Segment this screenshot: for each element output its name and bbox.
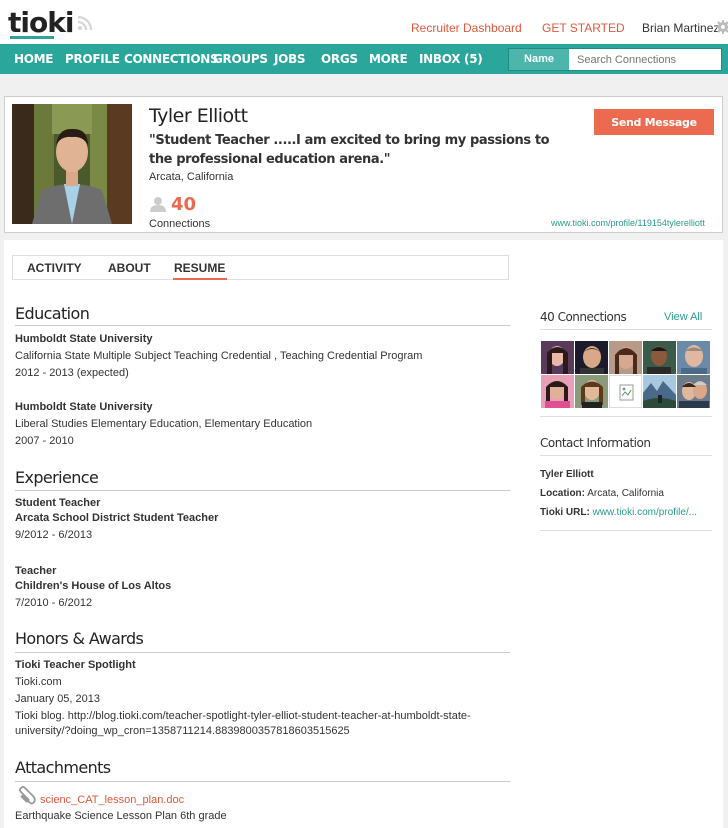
education-dates: 2012 - 2013 (expected): [15, 367, 129, 379]
connection-search: Name: [508, 48, 722, 71]
experience-dates: 9/2012 - 6/2013: [15, 529, 93, 541]
connection-avatar[interactable]: [677, 375, 710, 408]
connections-heading: 40 Connections: [540, 310, 627, 324]
nav-profile[interactable]: PROFILE: [65, 52, 120, 66]
tab-activity[interactable]: ACTIVITY: [27, 261, 82, 275]
contact-url: Tioki URL: www.tioki.com/profile/...: [540, 507, 697, 518]
divider: [15, 652, 510, 653]
attachment-description: Earthquake Science Lesson Plan 6th grade: [15, 810, 227, 822]
experience-org: Children's House of Los Altos: [15, 580, 172, 592]
honor-issuer: Tioki.com: [15, 676, 62, 688]
experience-dates: 7/2010 - 6/2012: [15, 597, 93, 609]
view-all-link[interactable]: View All: [664, 311, 702, 323]
education-dates: 2007 - 2010: [15, 435, 74, 447]
connection-avatar[interactable]: [677, 341, 710, 374]
profile-headline: "Student Teacher .....I am excited to br…: [149, 133, 550, 167]
profile-location: Arcata, California: [149, 171, 234, 183]
top-header: tioki Recruiter Dashboard GET STARTED Br…: [0, 0, 728, 44]
location-label: Location:: [540, 488, 585, 499]
search-input[interactable]: [571, 49, 719, 70]
contact-name: Tyler Elliott: [540, 469, 594, 480]
honor-name: Tioki Teacher Spotlight: [15, 659, 136, 671]
nav-inbox[interactable]: INBOX (5): [419, 52, 483, 66]
connection-avatar[interactable]: [575, 375, 608, 408]
connections-label: Connections: [149, 218, 211, 230]
attachments-heading: Attachments: [15, 758, 111, 777]
broken-image-icon[interactable]: [609, 375, 642, 408]
contact-location: Location: Arcata, California: [540, 488, 664, 499]
main-nav: HOME PROFILE CONNECTIONS GROUPS JOBS ORG…: [0, 44, 728, 74]
tab-about[interactable]: ABOUT: [108, 261, 151, 275]
divider: [15, 490, 510, 491]
tab-resume[interactable]: RESUME: [174, 261, 225, 275]
experience-heading: Experience: [15, 468, 99, 487]
recruiter-dashboard-link[interactable]: Recruiter Dashboard: [411, 21, 522, 35]
get-started-link[interactable]: GET STARTED: [542, 21, 625, 35]
contact-info-heading: Contact Information: [540, 436, 651, 450]
profile-tabs: ACTIVITY ABOUT RESUME: [12, 255, 509, 280]
experience-org: Arcata School District Student Teacher: [15, 512, 219, 524]
tioki-logo[interactable]: tioki: [8, 6, 74, 39]
education-school: Humboldt State University: [15, 401, 153, 413]
send-message-button[interactable]: Send Message: [594, 109, 714, 135]
honor-description: Tioki blog. http://blog.tioki.com/teache…: [15, 710, 471, 722]
nav-more[interactable]: MORE: [369, 52, 408, 66]
divider: [540, 329, 712, 330]
contact-url-link[interactable]: www.tioki.com/profile/...: [593, 507, 697, 518]
honor-date: January 05, 2013: [15, 693, 101, 705]
education-school: Humboldt State University: [15, 333, 153, 345]
connection-avatar[interactable]: [609, 341, 642, 374]
education-program: Liberal Studies Elementary Education, El…: [15, 418, 313, 430]
nav-home[interactable]: HOME: [14, 52, 53, 66]
user-name-menu[interactable]: Brian Martinez: [642, 21, 719, 35]
experience-title: Student Teacher: [15, 497, 101, 509]
nav-orgs[interactable]: ORGS: [321, 52, 358, 66]
logo-underline: [10, 36, 54, 39]
active-tab-indicator: [173, 278, 227, 280]
experience-title: Teacher: [15, 565, 57, 577]
gear-icon[interactable]: [716, 20, 728, 34]
education-heading: Education: [15, 304, 90, 323]
honors-heading: Honors & Awards: [15, 629, 144, 648]
profile-name: Tyler Elliott: [149, 105, 248, 127]
profile-card: Tyler Elliott "Student Teacher .....I am…: [4, 96, 723, 233]
connection-avatar[interactable]: [541, 375, 574, 408]
education-program: California State Multiple Subject Teachi…: [15, 350, 423, 362]
connection-avatar[interactable]: [541, 341, 574, 374]
divider: [15, 325, 510, 326]
attachment-file-link[interactable]: scienc_CAT_lesson_plan.doc: [40, 794, 184, 806]
profile-url-link[interactable]: www.tioki.com/profile/119154tylerelliott: [551, 218, 705, 228]
rss-icon[interactable]: [78, 16, 92, 30]
honor-description-cont: university/?doing_wp_cron=1358711214.883…: [15, 725, 350, 737]
connection-avatar[interactable]: [575, 341, 608, 374]
divider: [540, 416, 712, 417]
nav-connections[interactable]: CONNECTIONS: [124, 52, 219, 66]
divider: [540, 455, 712, 456]
paperclip-icon: [19, 786, 36, 805]
nav-groups[interactable]: GROUPS: [213, 52, 268, 66]
location-value: Arcata, California: [587, 488, 664, 499]
connection-avatar[interactable]: [643, 375, 676, 408]
connection-avatar[interactable]: [643, 341, 676, 374]
search-type-select[interactable]: Name: [509, 49, 569, 70]
nav-jobs[interactable]: JOBS: [274, 52, 306, 66]
divider: [15, 781, 510, 782]
connections-count[interactable]: 40: [171, 194, 196, 215]
profile-photo: [12, 104, 132, 224]
divider: [540, 530, 712, 531]
url-label: Tioki URL:: [540, 507, 590, 518]
person-icon: [150, 197, 166, 212]
